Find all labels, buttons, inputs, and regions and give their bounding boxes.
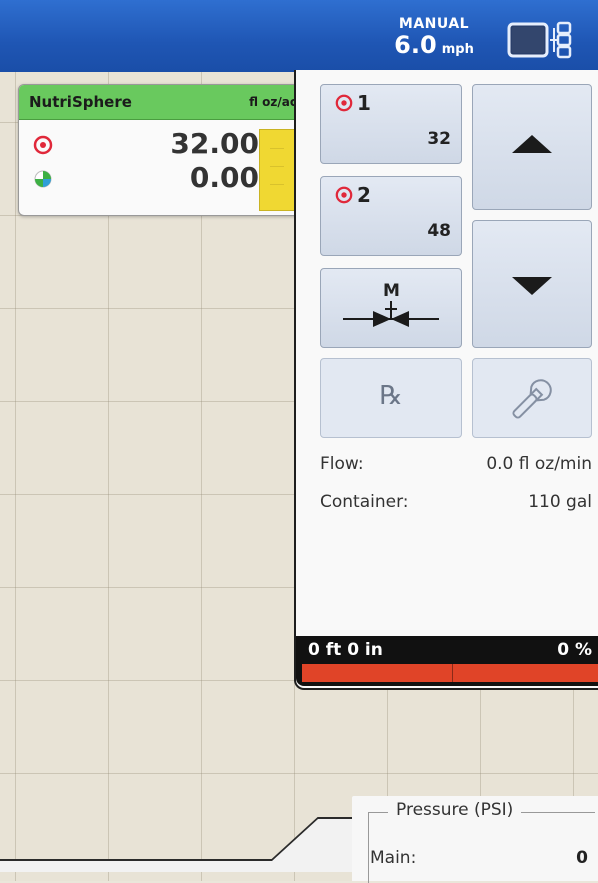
tank-level-indicator <box>259 129 295 211</box>
target-icon <box>335 186 353 204</box>
coverage-progress: 0 ft 0 in 0 % <box>296 636 598 686</box>
container-label: Container: <box>320 492 409 512</box>
preset-2-label: 2 <box>357 183 371 207</box>
percent-readout: 0 % <box>557 640 592 660</box>
layout-icon <box>507 21 572 59</box>
as-applied-icon <box>34 170 52 188</box>
view-toggle-button[interactable] <box>506 20 588 64</box>
speed-display: MANUAL 6.0 mph <box>384 16 484 63</box>
wrench-icon <box>512 379 552 419</box>
product-header: NutriSphere fl oz/ac <box>19 85 307 120</box>
prescription-icon: ℞ <box>379 381 403 411</box>
arrow-up-icon <box>512 135 552 153</box>
speed-readout: 6.0 mph <box>384 32 484 63</box>
pressure-main-value: 0 <box>576 848 588 868</box>
manual-valve-label: M <box>383 281 400 301</box>
top-status-bar: MANUAL 6.0 mph <box>0 0 598 72</box>
speed-mode: MANUAL <box>398 16 470 32</box>
product-rate-card[interactable]: NutriSphere fl oz/ac 32.00 0.00 <box>18 84 308 216</box>
product-name: NutriSphere <box>29 93 132 111</box>
preset-1-label: 1 <box>357 91 371 115</box>
applied-rate-value: 0.00 <box>189 161 259 194</box>
flow-row: Flow: 0.0 fl oz/min <box>320 454 592 474</box>
speed-value: 6.0 <box>394 31 437 59</box>
settings-button[interactable] <box>472 358 592 438</box>
target-icon <box>335 94 353 112</box>
speed-unit: mph <box>441 42 474 57</box>
manual-valve-button[interactable]: M <box>320 268 462 348</box>
pressure-main-label: Main: <box>370 848 417 868</box>
preset-rate-1-button[interactable]: 1 32 <box>320 84 462 164</box>
preset-1-value: 32 <box>427 129 451 149</box>
arrow-down-icon <box>512 277 552 295</box>
decrease-rate-button[interactable] <box>472 220 592 348</box>
progress-bar <box>302 664 598 682</box>
flow-value: 0.0 fl oz/min <box>486 454 592 474</box>
applied-rate-row: 0.00 <box>19 161 259 195</box>
target-rate-value: 32.00 <box>170 127 259 160</box>
container-row: Container: 110 gal <box>320 492 592 512</box>
prescription-button[interactable]: ℞ <box>320 358 462 438</box>
rate-control-panel: 1 32 2 48 M ℞ Flow: 0.0 fl oz/min Contai… <box>294 70 598 690</box>
target-rate-row: 32.00 <box>19 127 259 161</box>
preset-2-value: 48 <box>427 221 451 241</box>
increase-rate-button[interactable] <box>472 84 592 210</box>
pressure-title: Pressure (PSI) <box>388 800 522 820</box>
preset-rate-2-button[interactable]: 2 48 <box>320 176 462 256</box>
product-units: fl oz/ac <box>249 95 297 109</box>
distance-readout: 0 ft 0 in <box>308 640 383 660</box>
flow-label: Flow: <box>320 454 364 474</box>
target-icon <box>33 135 53 155</box>
pressure-panel: Pressure (PSI) Main: 0 <box>352 796 598 883</box>
container-value: 110 gal <box>528 492 592 512</box>
